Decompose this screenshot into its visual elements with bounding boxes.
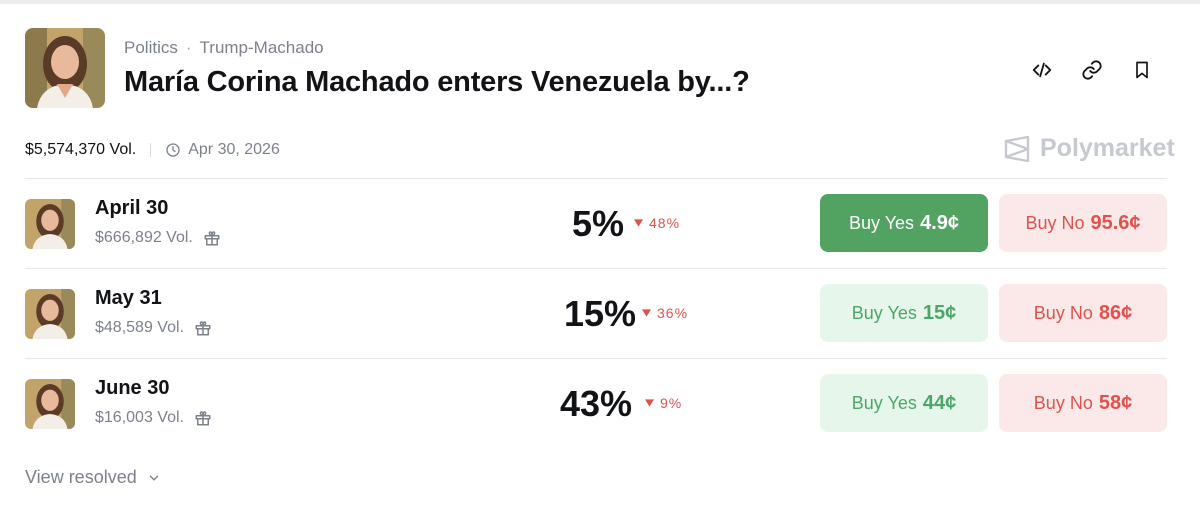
buy-yes-button[interactable]: Buy Yes 15¢: [820, 284, 988, 342]
buy-yes-price: 44¢: [922, 391, 957, 414]
buy-yes-label: Buy Yes: [849, 212, 915, 233]
market-volume: $48,589 Vol.: [95, 319, 212, 337]
market-volume-text: $48,589 Vol.: [95, 319, 184, 336]
market-volume-text: $666,892 Vol.: [95, 229, 193, 246]
chevron-down-icon: [149, 475, 158, 480]
polymarket-logo: Polymarket: [1004, 134, 1175, 163]
buy-no-button[interactable]: Buy No 86¢: [999, 284, 1167, 342]
change-value: 48%: [649, 215, 681, 231]
market-name: June 30: [95, 377, 170, 399]
event-image: [25, 28, 105, 108]
link-icon: [1082, 60, 1102, 80]
page-title: María Corina Machado enters Venezuela by…: [124, 66, 750, 98]
bookmark-button[interactable]: [1130, 58, 1154, 82]
view-resolved-label: View resolved: [25, 467, 137, 487]
market-volume-text: $16,003 Vol.: [95, 409, 184, 426]
down-triangle-icon: [642, 309, 651, 317]
market-volume: $16,003 Vol.: [95, 409, 212, 427]
buy-yes-button[interactable]: Buy Yes 44¢: [820, 374, 988, 432]
buy-no-button[interactable]: Buy No 95.6¢: [999, 194, 1167, 252]
market-avatar: [25, 379, 75, 429]
probability-change: 48%: [634, 215, 680, 231]
market-avatar: [25, 289, 75, 339]
probability-change: 36%: [642, 305, 688, 321]
down-triangle-icon: [634, 219, 643, 227]
buy-yes-button[interactable]: Buy Yes 4.9¢: [820, 194, 988, 252]
breadcrumb: Politics · Trump-Machado: [124, 38, 324, 58]
end-date: Apr 30, 2026: [165, 141, 280, 159]
buy-no-label: Buy No: [1033, 302, 1093, 323]
market-name: April 30: [95, 197, 169, 219]
gift-icon[interactable]: [203, 229, 221, 247]
clock-icon: [166, 143, 180, 157]
code-icon: [1032, 62, 1052, 78]
polymarket-icon: [1004, 135, 1030, 162]
buy-no-price: 86¢: [1098, 301, 1133, 324]
header-actions: [1030, 58, 1154, 82]
market-name: May 31: [95, 287, 162, 309]
market-volume: $666,892 Vol.: [95, 229, 221, 247]
buy-no-label: Buy No: [1033, 392, 1093, 413]
end-date-text: Apr 30, 2026: [188, 141, 280, 158]
market-probability: 5%: [572, 203, 625, 244]
buy-no-price: 58¢: [1098, 391, 1133, 414]
market-avatar: [25, 199, 75, 249]
total-volume: $5,574,370 Vol.: [25, 141, 137, 158]
buy-yes-label: Buy Yes: [851, 392, 917, 413]
event-meta: $5,574,370 Vol. Apr 30, 2026: [25, 141, 280, 159]
embed-button[interactable]: [1030, 58, 1054, 82]
top-divider: [0, 0, 1200, 4]
bookmark-icon: [1136, 61, 1148, 79]
buy-yes-price: 15¢: [922, 301, 957, 324]
down-triangle-icon: [645, 399, 654, 407]
breadcrumb-subcategory[interactable]: Trump-Machado: [200, 38, 324, 58]
market-probability: 15%: [564, 293, 637, 334]
buy-no-button[interactable]: Buy No 58¢: [999, 374, 1167, 432]
gift-icon[interactable]: [194, 409, 212, 427]
breadcrumb-category[interactable]: Politics: [124, 38, 178, 58]
market-probability: 43%: [560, 383, 633, 424]
brand-name: Polymarket: [1040, 134, 1175, 162]
market-row[interactable]: June 30 $16,003 Vol. 43% 9% Buy Yes 44¢ …: [25, 358, 1167, 449]
market-row[interactable]: April 30 $666,892 Vol. 5% 48% Buy Yes 4.…: [25, 178, 1167, 269]
buy-yes-label: Buy Yes: [851, 302, 917, 323]
gift-icon[interactable]: [194, 319, 212, 337]
breadcrumb-separator: ·: [185, 38, 192, 57]
buy-no-price: 95.6¢: [1090, 211, 1141, 234]
buy-no-label: Buy No: [1025, 212, 1085, 233]
market-row[interactable]: May 31 $48,589 Vol. 15% 36% Buy Yes 15¢ …: [25, 268, 1167, 359]
change-value: 36%: [657, 305, 689, 321]
change-value: 9%: [660, 395, 683, 411]
copy-link-button[interactable]: [1080, 58, 1104, 82]
view-resolved-button[interactable]: View resolved: [25, 467, 161, 488]
probability-change: 9%: [645, 395, 682, 411]
meta-divider: [150, 143, 152, 157]
buy-yes-price: 4.9¢: [920, 211, 959, 234]
